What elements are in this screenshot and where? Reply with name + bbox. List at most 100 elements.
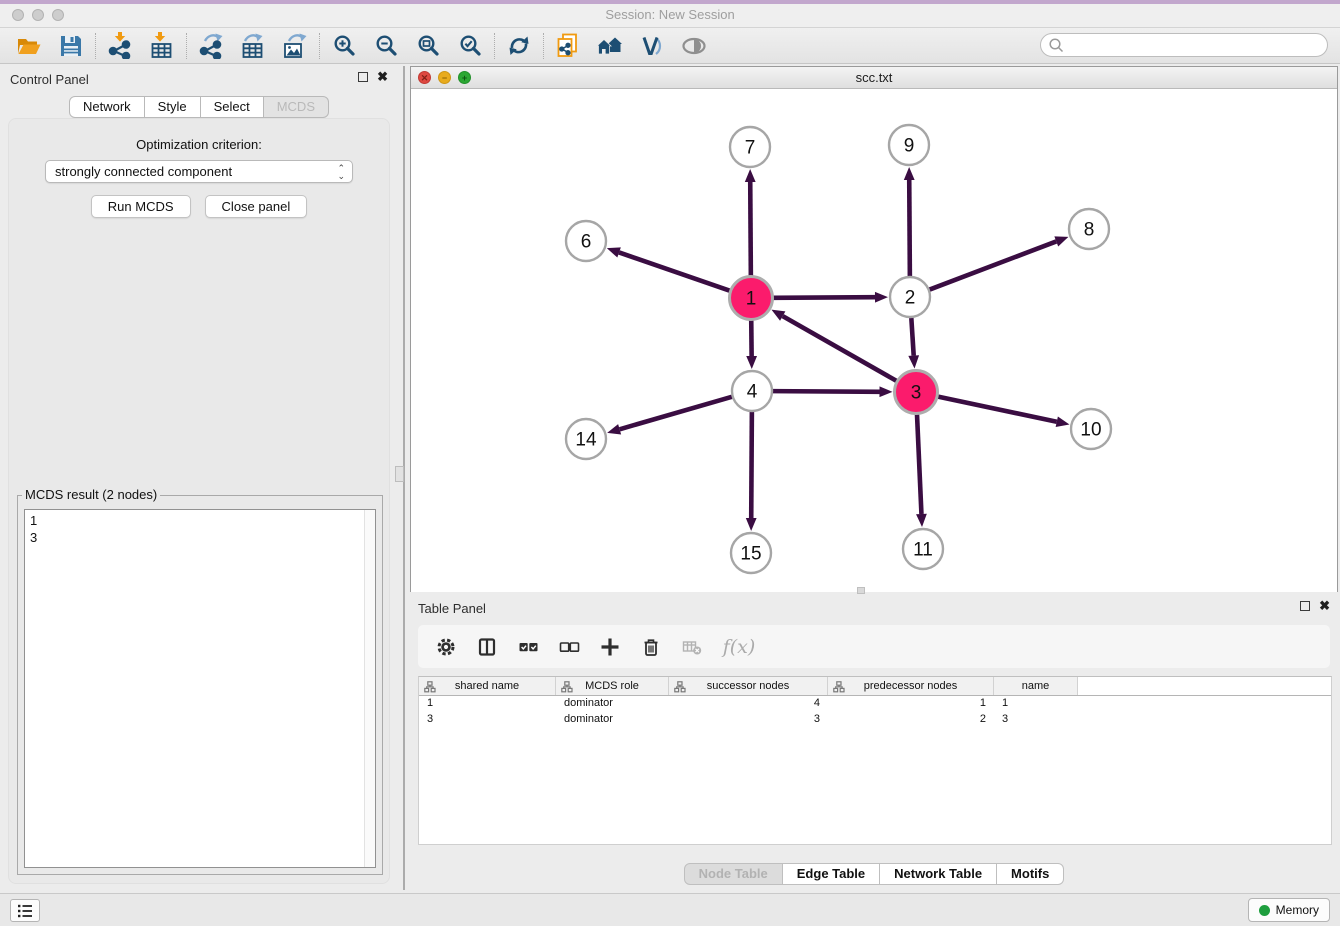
canvas-resize-handle[interactable] <box>857 587 865 594</box>
edge-1-6[interactable] <box>619 252 730 290</box>
cell-successor-nodes[interactable]: 3 <box>669 712 828 728</box>
export-network-button[interactable] <box>190 30 232 62</box>
zoom-selected-button[interactable] <box>449 30 491 62</box>
edge-2-3[interactable] <box>911 318 913 356</box>
export-image-button[interactable] <box>274 30 316 62</box>
tab-style[interactable]: Style <box>145 96 201 118</box>
network-title: scc.txt <box>411 70 1337 85</box>
close-panel-icon[interactable]: ✖ <box>377 72 388 82</box>
save-session-button[interactable] <box>50 30 92 62</box>
delete-table-icon <box>682 638 702 656</box>
edge-arrow-3-10 <box>1056 416 1070 427</box>
cell-shared-name[interactable]: 1 <box>419 696 556 712</box>
edge-4-15[interactable] <box>751 412 752 518</box>
float-table-panel-icon[interactable] <box>1300 601 1310 611</box>
import-table-button[interactable] <box>141 30 183 62</box>
header-filler <box>1078 677 1331 695</box>
eye-icon <box>681 34 707 58</box>
node-label-2: 2 <box>905 288 916 309</box>
column-header-successor-nodes[interactable]: successor nodes <box>669 677 828 695</box>
create-column-button[interactable] <box>598 635 622 659</box>
zoom-in-button[interactable] <box>323 30 365 62</box>
node-label-8: 8 <box>1084 220 1095 241</box>
tab-node-table[interactable]: Node Table <box>684 863 783 885</box>
tab-network-table[interactable]: Network Table <box>880 863 997 885</box>
tab-mcds[interactable]: MCDS <box>264 96 329 118</box>
float-panel-icon[interactable] <box>358 72 368 82</box>
hide-all-columns-button[interactable] <box>557 635 581 659</box>
titlebar-accent-strip <box>0 0 1340 4</box>
delete-column-button[interactable] <box>639 635 663 659</box>
edge-arrow-1-2 <box>875 292 888 303</box>
splitter-grip[interactable] <box>395 466 404 482</box>
network-canvas[interactable]: 7968124314101511 <box>411 89 1337 592</box>
edge-4-14[interactable] <box>620 397 732 429</box>
edge-arrow-1-6 <box>607 247 621 257</box>
control-panel-tabs: NetworkStyleSelectMCDS <box>2 96 396 118</box>
cell-name[interactable]: 3 <box>994 712 1078 728</box>
hierarchy-icon <box>674 681 686 693</box>
cell-shared-name[interactable]: 3 <box>419 712 556 728</box>
mcds-result-area[interactable]: 1 3 <box>24 509 376 868</box>
vizmapper-icon <box>640 34 664 58</box>
edge-2-8[interactable] <box>930 241 1057 289</box>
search-box[interactable] <box>1040 33 1328 57</box>
zoom-fit-icon <box>417 34 440 57</box>
edge-3-1[interactable] <box>783 316 897 381</box>
open-file-button[interactable] <box>8 30 50 62</box>
node-label-10: 10 <box>1080 420 1101 441</box>
close-panel-button[interactable]: Close panel <box>205 195 308 218</box>
node-label-1: 1 <box>746 289 757 310</box>
export-table-button[interactable] <box>232 30 274 62</box>
table-settings-button[interactable] <box>434 635 458 659</box>
edge-2-9[interactable] <box>909 180 910 276</box>
run-mcds-button[interactable]: Run MCDS <box>91 195 191 218</box>
result-scrollbar[interactable] <box>364 510 375 867</box>
cell-name[interactable]: 1 <box>994 696 1078 712</box>
column-header-predecessor-nodes[interactable]: predecessor nodes <box>828 677 994 695</box>
import-network-icon <box>107 32 133 59</box>
search-input[interactable] <box>1065 36 1327 54</box>
cell-successor-nodes[interactable]: 4 <box>669 696 828 712</box>
column-header-name[interactable]: name <box>994 677 1078 695</box>
criterion-dropdown[interactable]: strongly connected component ⌃⌄ <box>45 160 353 183</box>
vizmapper-button[interactable] <box>631 30 673 62</box>
edge-3-11[interactable] <box>917 414 921 514</box>
show-all-columns-button[interactable] <box>516 635 540 659</box>
column-header-shared-name[interactable]: shared name <box>419 677 556 695</box>
edge-1-7[interactable] <box>750 182 751 276</box>
column-header-MCDS-role[interactable]: MCDS role <box>556 677 669 695</box>
cell-predecessor-nodes[interactable]: 2 <box>828 712 994 728</box>
tab-motifs[interactable]: Motifs <box>997 863 1064 885</box>
apply-layout-button[interactable] <box>498 30 540 62</box>
hide-graphics-button[interactable] <box>673 30 715 62</box>
import-network-button[interactable] <box>99 30 141 62</box>
tab-network[interactable]: Network <box>69 96 145 118</box>
network-window-titlebar[interactable]: ✕ − + scc.txt <box>411 67 1337 89</box>
task-history-button[interactable] <box>10 899 40 922</box>
node-label-3: 3 <box>911 383 922 404</box>
tab-edge-table[interactable]: Edge Table <box>783 863 880 885</box>
split-panel-button[interactable] <box>475 635 499 659</box>
node-label-9: 9 <box>904 136 915 157</box>
zoom-fit-button[interactable] <box>407 30 449 62</box>
node-label-11: 11 <box>913 540 933 561</box>
edge-4-3[interactable] <box>773 391 880 392</box>
cell-predecessor-nodes[interactable]: 1 <box>828 696 994 712</box>
zoom-out-button[interactable] <box>365 30 407 62</box>
edge-1-2[interactable] <box>773 297 875 298</box>
show-all-networks-button[interactable] <box>589 30 631 62</box>
tab-select[interactable]: Select <box>201 96 264 118</box>
edge-3-10[interactable] <box>938 397 1057 422</box>
network-window: ✕ − + scc.txt 7968124314101511 <box>410 66 1338 592</box>
table-row[interactable]: 1dominator411 <box>419 696 1331 712</box>
cell-MCDS-role[interactable]: dominator <box>556 712 669 728</box>
clone-network-button[interactable] <box>547 30 589 62</box>
node-table[interactable]: shared nameMCDS rolesuccessor nodesprede… <box>418 676 1332 845</box>
open-folder-icon <box>16 34 42 58</box>
criterion-dropdown-value: strongly connected component <box>55 164 232 179</box>
close-table-panel-icon[interactable]: ✖ <box>1319 601 1330 611</box>
cell-MCDS-role[interactable]: dominator <box>556 696 669 712</box>
table-row[interactable]: 3dominator323 <box>419 712 1331 728</box>
memory-button[interactable]: Memory <box>1248 898 1330 922</box>
